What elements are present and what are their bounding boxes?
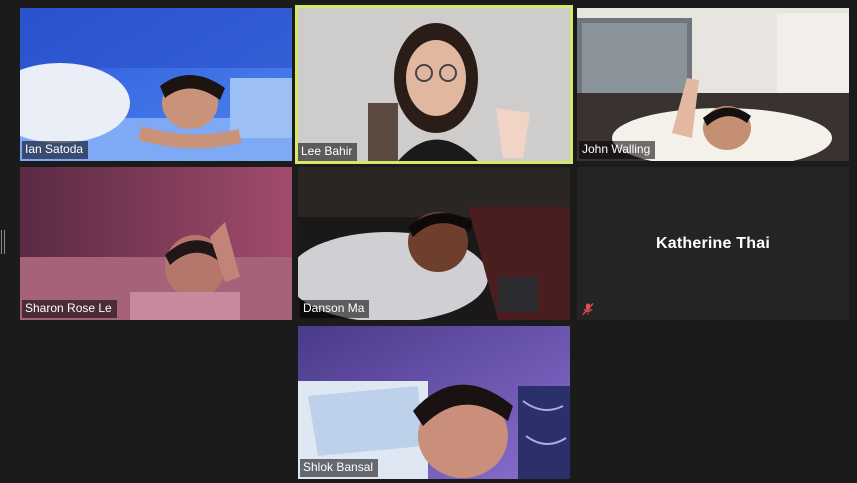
participant-video	[577, 8, 849, 161]
video-tile-ian-satoda[interactable]: Ian Satoda	[20, 8, 292, 161]
participant-name-label: John Walling	[579, 141, 656, 159]
participant-video	[298, 326, 570, 479]
participant-name-label: Sharon Rose Le	[22, 300, 117, 318]
video-tile-danson-ma[interactable]: Danson Ma	[298, 167, 570, 320]
video-tile-sharon-rose-le[interactable]: Sharon Rose Le	[20, 167, 292, 320]
participant-name-display: Katherine Thai	[656, 234, 770, 252]
video-tile-john-walling[interactable]: John Walling	[577, 8, 849, 161]
video-tile-katherine-thai[interactable]: Katherine Thai	[577, 167, 849, 320]
participant-video	[20, 167, 292, 320]
participant-video	[20, 8, 292, 161]
participant-name-label: Lee Bahir	[298, 143, 358, 161]
participant-name-label: Danson Ma	[300, 300, 370, 318]
participant-name-label: Shlok Bansal	[300, 459, 379, 477]
video-tile-lee-bahir[interactable]: Lee Bahir	[295, 5, 573, 164]
mic-muted-icon	[582, 303, 594, 315]
participant-video	[298, 8, 570, 161]
panel-resize-handle[interactable]	[1, 230, 7, 254]
video-tile-shlok-bansal[interactable]: Shlok Bansal	[298, 326, 570, 479]
participant-name-label: Ian Satoda	[22, 141, 89, 159]
participant-video	[298, 167, 570, 320]
